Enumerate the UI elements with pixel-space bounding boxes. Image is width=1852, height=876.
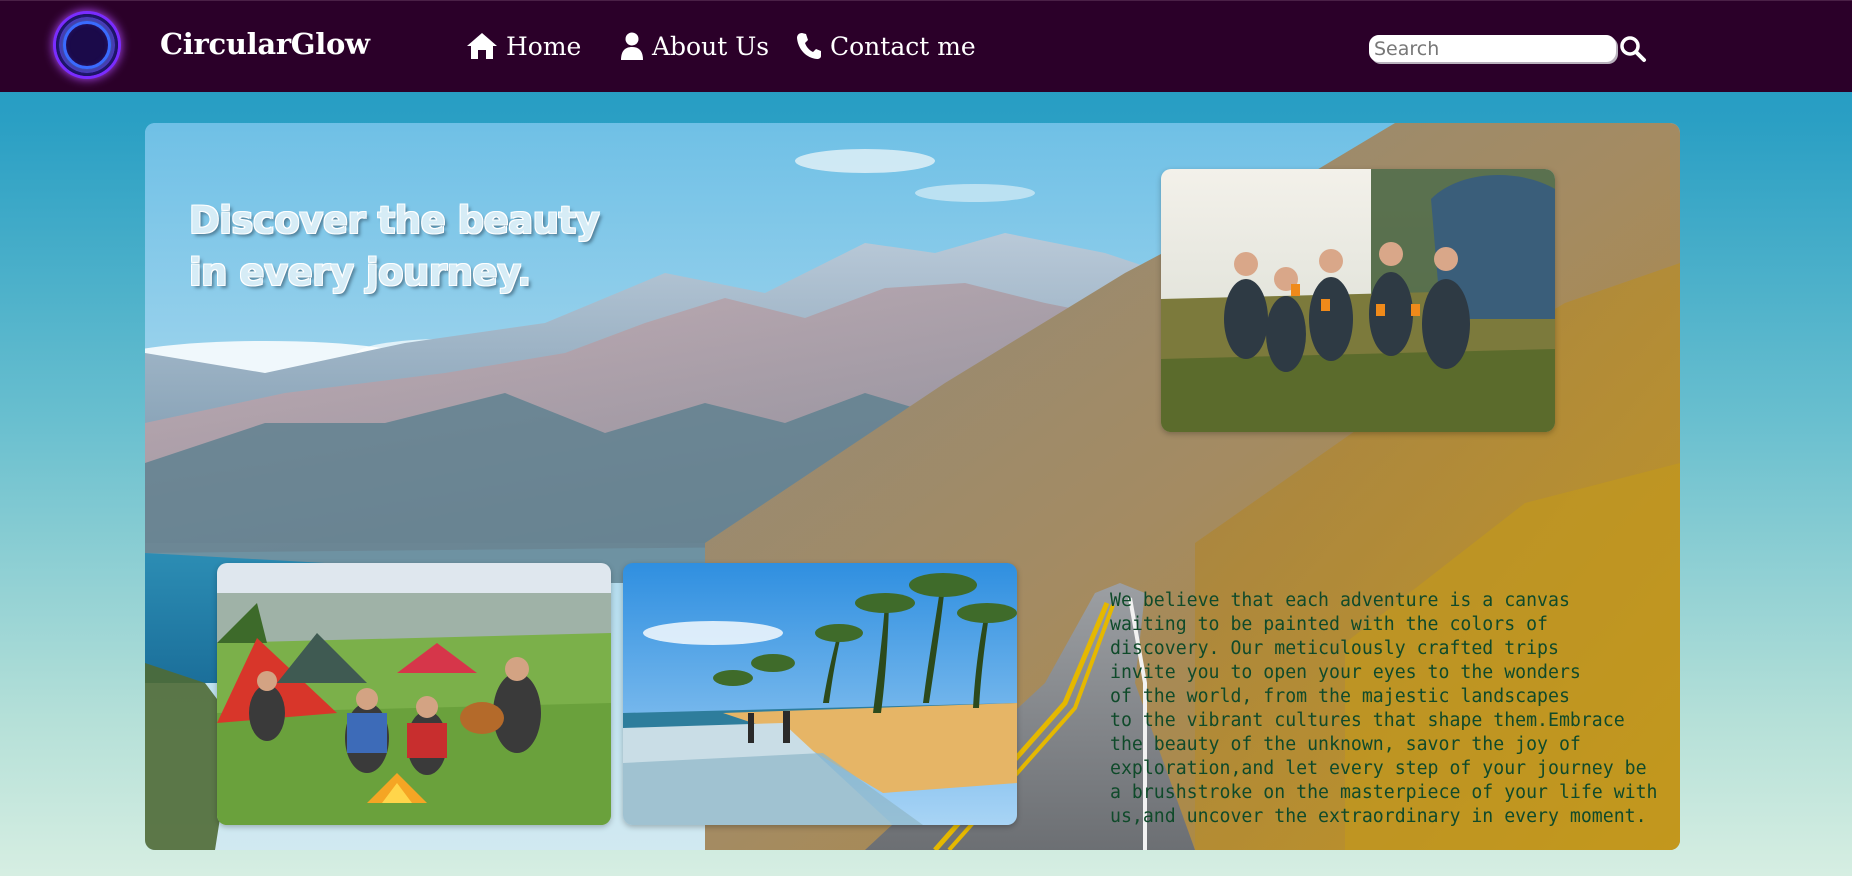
user-icon [621, 32, 643, 60]
search-button[interactable] [1619, 35, 1647, 63]
logo-ring-icon[interactable] [56, 14, 118, 76]
nav-about-label: About Us [652, 31, 770, 61]
tropical-beach-photo [623, 563, 1017, 825]
phone-icon [797, 33, 821, 59]
nav-about-link[interactable]: About Us [620, 29, 769, 63]
hero-headline-line2: in every journey. [189, 251, 531, 294]
nav-contact-label: Contact me [830, 31, 976, 61]
brand-name[interactable]: CircularGlow [160, 27, 370, 61]
hero-headline-line1: Discover the beauty [189, 199, 600, 242]
friends-camping-photo [1161, 169, 1555, 432]
navbar: CircularGlow Home About Us Contact me [0, 0, 1852, 92]
nav-home-link[interactable]: Home [466, 29, 581, 63]
search-icon [1620, 36, 1646, 62]
hero-description: We believe that each adventure is a canv… [1110, 590, 1658, 827]
hero-headline: Discover the beauty in every journey. [189, 195, 600, 299]
campfire-group-photo [217, 563, 611, 825]
nav-home-label: Home [506, 31, 582, 61]
hero-banner: Discover the beauty in every journey. We… [145, 123, 1680, 850]
home-icon [467, 33, 497, 59]
search-input[interactable] [1369, 35, 1616, 62]
nav-contact-link[interactable]: Contact me [796, 29, 976, 63]
